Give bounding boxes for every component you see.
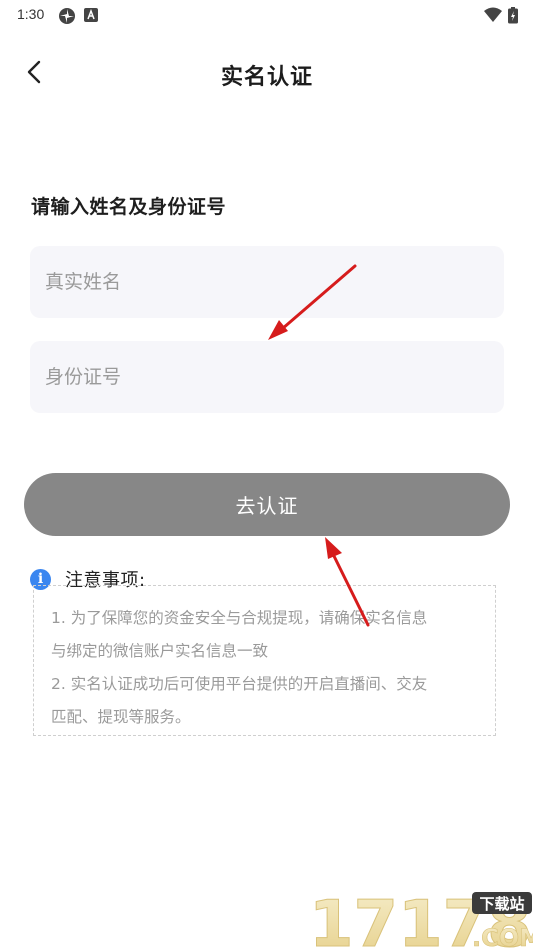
header-bar: 实名认证 bbox=[0, 50, 534, 94]
battery-charging-icon bbox=[508, 7, 518, 24]
page-title: 实名认证 bbox=[220, 65, 313, 90]
form-section-title: 请输入姓名及身份证号 bbox=[31, 196, 227, 218]
notice-line-4: 匹配、提现等服务。 bbox=[51, 708, 191, 726]
wifi-icon bbox=[484, 7, 502, 22]
pinwheel-icon bbox=[59, 8, 75, 24]
watermark-badge: 下载站 bbox=[479, 895, 524, 913]
verify-button[interactable]: 去认证 bbox=[24, 473, 510, 536]
status-time: 1:30 bbox=[17, 6, 45, 22]
status-bar: 1:30 bbox=[0, 0, 534, 30]
notice-line-2: 与绑定的微信账户实名信息一致 bbox=[51, 642, 269, 660]
notice-line-1: 1. 为了保障您的资金安全与合规提现，请确保实名信息 bbox=[51, 609, 428, 627]
notice-line-3: 2. 实名认证成功后可使用平台提供的开启直播间、交友 bbox=[51, 675, 428, 693]
real-name-input[interactable] bbox=[30, 246, 504, 318]
watermark-domain: .COM bbox=[472, 924, 533, 950]
site-watermark-logo: 17178 下载站 .COM bbox=[309, 888, 534, 950]
notification-a-icon bbox=[84, 8, 98, 22]
id-number-input[interactable] bbox=[30, 341, 504, 413]
